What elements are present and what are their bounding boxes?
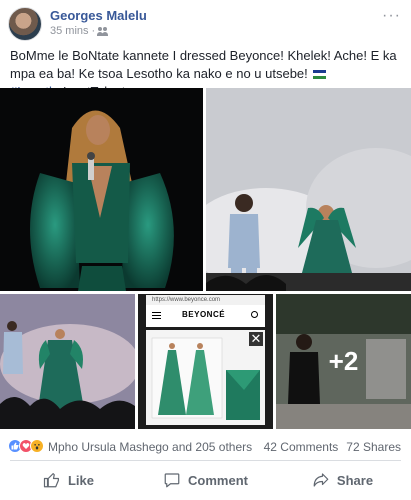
photo-2-image [206,88,411,291]
shares-count[interactable]: 72 Shares [346,440,401,454]
fashion-sketch: ✕ [146,330,265,425]
avatar[interactable] [8,7,42,41]
website-header: BEYONCÉ [146,305,265,327]
action-bar: Like Comment Share [0,463,411,497]
photo-1[interactable] [0,88,203,291]
post-time[interactable]: 35 mins [50,25,89,37]
post-header: Georges Malelu 35 mins · ··· [0,0,411,42]
hamburger-menu-icon [152,312,161,319]
like-button[interactable]: Like [0,463,137,497]
thumbs-up-icon [43,473,59,488]
reaction-summary[interactable]: Mpho Ursula Mashego and 205 others [48,440,252,454]
share-button-label: Share [336,472,374,488]
photo-5[interactable]: +2 [276,294,411,429]
search-icon [251,311,258,318]
photo-3[interactable] [0,294,135,429]
comment-button-label: Comment [188,472,248,488]
more-photos-count: +2 [328,346,359,376]
more-photos-overlay[interactable]: +2 [276,294,411,429]
comment-icon [164,473,180,488]
browser-url-bar: https://www.beyonce.com [146,295,265,305]
lesotho-flag-icon [313,70,327,79]
wow-reaction-icon [30,439,44,453]
website-logo: BEYONCÉ [182,310,226,319]
reaction-icons[interactable] [8,439,44,453]
photo-4[interactable]: https://www.beyonce.com BEYONCÉ ✕ [138,294,273,429]
engagement-counts: 42 Comments 72 Shares [264,440,401,454]
friends-icon[interactable] [97,26,109,36]
sketch-image [146,330,265,425]
share-button[interactable]: Share [274,463,411,497]
close-icon: ✕ [249,331,263,346]
author-name[interactable]: Georges Malelu [50,8,147,23]
share-icon [313,473,329,487]
photo-3-image [0,294,135,429]
ellipsis-icon[interactable]: ··· [382,8,401,24]
like-button-label: Like [67,472,94,488]
post-text-main: BoMme le BoNtate kannete I dressed Beyon… [10,48,397,81]
photo-2[interactable] [206,88,411,291]
comment-button[interactable]: Comment [137,463,274,497]
divider [10,460,401,461]
photo-grid: https://www.beyonce.com BEYONCÉ ✕ +2 [0,88,411,429]
meta-separator: · [91,25,96,37]
comments-count[interactable]: 42 Comments [264,440,339,454]
facebook-post: Georges Malelu 35 mins · ··· BoMme le Bo… [0,0,411,500]
reactions-bar: Mpho Ursula Mashego and 205 others 42 Co… [0,432,411,458]
photo-1-image [0,88,203,291]
post-meta: 35 mins · [50,25,109,37]
